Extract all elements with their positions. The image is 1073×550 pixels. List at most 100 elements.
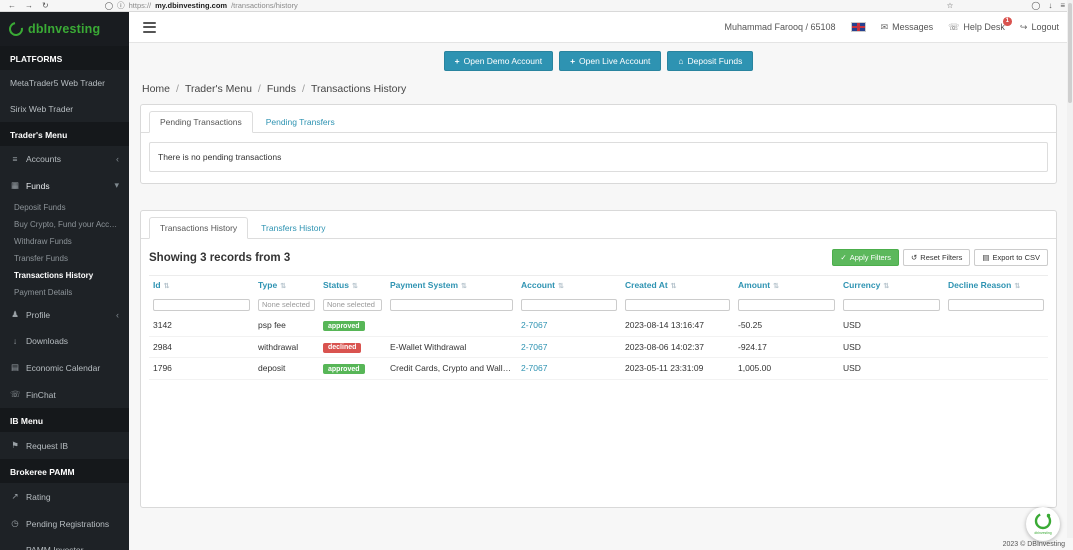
sidebar-item-request-ib[interactable]: ⚑ Request IB xyxy=(0,432,129,459)
sidebar-item-transactions-history[interactable]: Transactions History xyxy=(0,267,129,284)
filter-created-at-input[interactable] xyxy=(625,299,730,311)
cell-payment-system: Credit Cards, Crypto and Wallets xyxy=(386,358,517,380)
brand-name: dbInvesting xyxy=(28,22,100,36)
sidebar-item-rating[interactable]: ↗ Rating xyxy=(0,483,129,510)
browser-profile-icon[interactable]: ◯ xyxy=(1031,1,1040,10)
browser-menu-icon[interactable]: ≡ xyxy=(1060,1,1065,10)
transactions-table: Id⇅ Type⇅ Status⇅ Payment System⇅ Accoun… xyxy=(149,275,1048,380)
sidebar-item-deposit-funds[interactable]: Deposit Funds xyxy=(0,199,129,216)
sidebar-item-pending-registrations[interactable]: ◷ Pending Registrations xyxy=(0,510,129,537)
browser-refresh-icon[interactable]: ↻ xyxy=(42,1,49,10)
filter-currency-input[interactable] xyxy=(843,299,940,311)
status-badge: approved xyxy=(323,321,365,331)
sidebar-item-sirix-web-trader[interactable]: Sirix Web Trader xyxy=(0,96,129,122)
cell-currency: USD xyxy=(839,336,944,358)
chevron-left-icon: ‹ xyxy=(116,154,119,164)
breadcrumb: Home / Trader's Menu / Funds / Transacti… xyxy=(142,83,1055,95)
column-header-amount[interactable]: Amount⇅ xyxy=(734,276,839,295)
pending-registrations-icon: ◷ xyxy=(10,518,20,529)
helpdesk-button[interactable]: ☏ Help Desk 1 xyxy=(948,22,1005,33)
chat-widget-button[interactable]: dbInvesting xyxy=(1026,507,1060,541)
sidebar-item-pamm-investor-registration[interactable]: ≣ PAMM Investor Registration xyxy=(0,537,129,550)
sidebar-item-accounts[interactable]: ≡ Accounts ‹ xyxy=(0,146,129,172)
export-csv-button[interactable]: ▤ Export to CSV xyxy=(974,249,1048,266)
account-link[interactable]: 2-7067 xyxy=(521,342,547,352)
sidebar: dbInvesting PLATFORMS MetaTrader5 Web Tr… xyxy=(0,12,129,550)
deposit-funds-label: Deposit Funds xyxy=(688,56,743,66)
hamburger-menu-button[interactable] xyxy=(143,22,156,33)
site-info-icon[interactable]: ◯ xyxy=(105,1,113,10)
breadcrumb-traders-menu[interactable]: Trader's Menu xyxy=(185,83,252,95)
account-link[interactable]: 2-7067 xyxy=(521,320,547,330)
scrollbar-thumb[interactable] xyxy=(1068,3,1072,103)
page-scrollbar[interactable] xyxy=(1067,0,1073,538)
cell-currency: USD xyxy=(839,315,944,336)
filter-decline-reason-input[interactable] xyxy=(948,299,1044,311)
sidebar-item-economic-calendar[interactable]: ▤ Economic Calendar xyxy=(0,354,129,381)
column-header-id[interactable]: Id⇅ xyxy=(149,276,254,295)
open-demo-account-button[interactable]: + Open Demo Account xyxy=(444,51,553,71)
browser-downloads-icon[interactable]: ↓ xyxy=(1048,1,1052,10)
brand[interactable]: dbInvesting xyxy=(0,12,129,46)
cell-currency: USD xyxy=(839,358,944,380)
tab-pending-transactions[interactable]: Pending Transactions xyxy=(149,111,253,133)
filter-amount-input[interactable] xyxy=(738,299,835,311)
records-summary: Showing 3 records from 3 xyxy=(149,252,290,264)
sidebar-item-profile[interactable]: ♟ Profile ‹ xyxy=(0,301,129,328)
transactions-history-card: Transactions History Transfers History S… xyxy=(140,210,1057,508)
sidebar-section-platforms: PLATFORMS xyxy=(0,46,129,70)
sidebar-item-label: Profile xyxy=(26,310,50,320)
apply-filters-button[interactable]: ✓ Apply Filters xyxy=(832,249,899,266)
sidebar-item-metatrader5-web-trader[interactable]: MetaTrader5 Web Trader xyxy=(0,70,129,96)
sort-icon: ⇅ xyxy=(671,283,677,290)
sort-icon: ⇅ xyxy=(461,283,467,290)
bookmark-star-icon[interactable]: ☆ xyxy=(947,1,954,10)
filter-type-select[interactable] xyxy=(258,299,315,311)
shield-icon[interactable]: ⓘ xyxy=(117,0,125,11)
column-header-created-at[interactable]: Created At⇅ xyxy=(621,276,734,295)
brand-logo-icon xyxy=(6,19,25,38)
sidebar-item-transfer-funds[interactable]: Transfer Funds xyxy=(0,250,129,267)
user-account-label[interactable]: Muhammad Farooq / 65108 xyxy=(724,22,835,32)
deposit-funds-button[interactable]: ⌂ Deposit Funds xyxy=(667,51,753,71)
browser-back-icon[interactable]: ← xyxy=(8,1,16,10)
breadcrumb-home[interactable]: Home xyxy=(142,83,170,95)
sidebar-item-funds[interactable]: ▦ Funds ▾ xyxy=(0,172,129,199)
sidebar-item-payment-details[interactable]: Payment Details xyxy=(0,284,129,301)
sidebar-item-buy-crypto[interactable]: Buy Crypto, Fund your Account xyxy=(0,216,129,233)
language-flag-icon[interactable] xyxy=(851,22,866,32)
filter-id-input[interactable] xyxy=(153,299,250,311)
tab-pending-transfers[interactable]: Pending Transfers xyxy=(255,111,346,133)
column-header-status[interactable]: Status⇅ xyxy=(319,276,386,295)
sidebar-item-withdraw-funds[interactable]: Withdraw Funds xyxy=(0,233,129,250)
column-header-type[interactable]: Type⇅ xyxy=(254,276,319,295)
open-live-account-button[interactable]: + Open Live Account xyxy=(559,51,661,71)
address-bar[interactable]: ◯ ⓘ https://my.dbinvesting.com/transacti… xyxy=(105,0,954,11)
table-row: 1796 deposit approved Credit Cards, Cryp… xyxy=(149,358,1048,380)
logout-button[interactable]: ↪ Logout xyxy=(1020,22,1059,33)
column-header-account[interactable]: Account⇅ xyxy=(517,276,621,295)
cell-decline-reason xyxy=(944,358,1048,380)
sidebar-item-finchat[interactable]: ☏ FinChat xyxy=(0,381,129,408)
profile-icon: ♟ xyxy=(10,309,20,320)
table-row: 2984 withdrawal declined E-Wallet Withdr… xyxy=(149,336,1048,358)
column-header-currency[interactable]: Currency⇅ xyxy=(839,276,944,295)
tab-transfers-history[interactable]: Transfers History xyxy=(250,217,336,239)
filter-payment-system-input[interactable] xyxy=(390,299,513,311)
tab-transactions-history[interactable]: Transactions History xyxy=(149,217,248,239)
breadcrumb-funds[interactable]: Funds xyxy=(267,83,296,95)
sidebar-item-label: PAMM Investor Registration xyxy=(26,545,119,550)
account-link[interactable]: 2-7067 xyxy=(521,363,547,373)
filter-status-select[interactable] xyxy=(323,299,382,311)
column-header-decline-reason[interactable]: Decline Reason⇅ xyxy=(944,276,1048,295)
column-header-payment-system[interactable]: Payment System⇅ xyxy=(386,276,517,295)
status-badge: approved xyxy=(323,364,365,374)
filter-account-input[interactable] xyxy=(521,299,617,311)
accounts-icon: ≡ xyxy=(10,154,20,164)
cell-created-at: 2023-08-14 13:16:47 xyxy=(621,315,734,336)
messages-button[interactable]: ✉ Messages xyxy=(881,22,934,33)
reset-filters-button[interactable]: ↺ Reset Filters xyxy=(903,249,970,266)
browser-forward-icon[interactable]: → xyxy=(25,1,33,10)
sidebar-item-downloads[interactable]: ↓ Downloads xyxy=(0,328,129,354)
pending-transactions-card: Pending Transactions Pending Transfers T… xyxy=(140,104,1057,184)
